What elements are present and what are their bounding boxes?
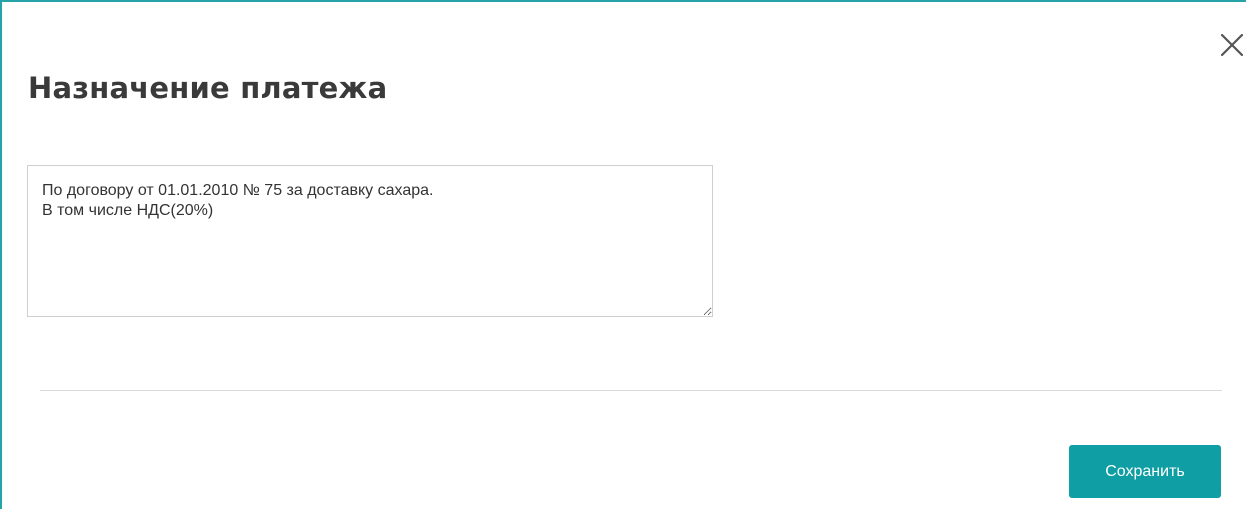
dialog-title: Назначение платежа [28, 71, 388, 105]
payment-purpose-dialog: Назначение платежа По договору от 01.01.… [0, 0, 1246, 509]
footer-divider [40, 390, 1222, 391]
save-button[interactable]: Сохранить [1069, 445, 1221, 498]
close-icon[interactable] [1219, 32, 1245, 58]
payment-purpose-textarea[interactable]: По договору от 01.01.2010 № 75 за достав… [27, 165, 713, 317]
